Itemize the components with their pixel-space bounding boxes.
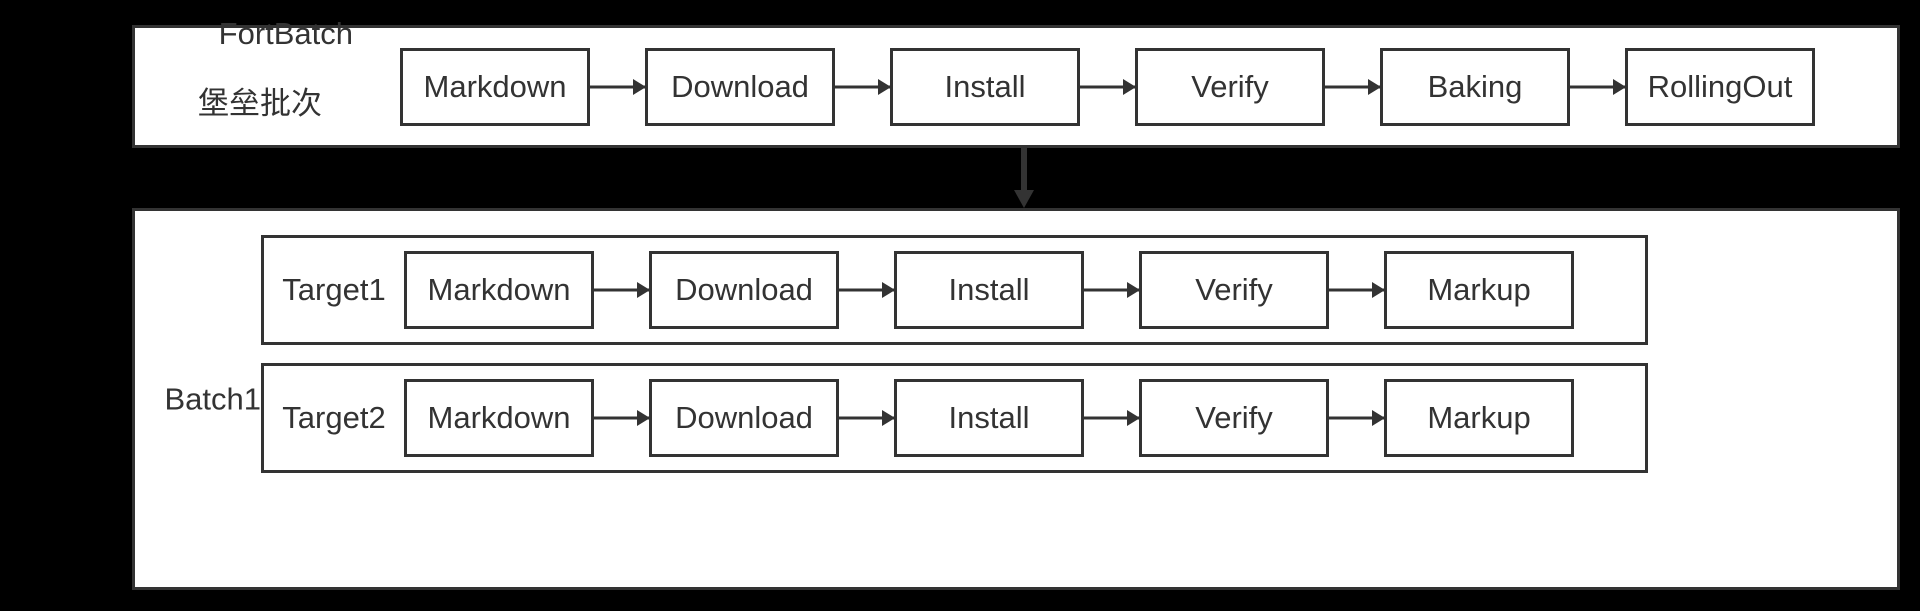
target-row: Target2 Markdown Download Install Verify… bbox=[261, 363, 1648, 473]
stage-node-download[interactable]: Download bbox=[649, 379, 839, 457]
stage-node-install[interactable]: Install bbox=[890, 47, 1080, 126]
arrow-icon-install-to-verify bbox=[1084, 417, 1139, 419]
target-pipeline-2: Markdown Download Install Verify Markup bbox=[404, 379, 1574, 457]
stage-node-baking[interactable]: Baking bbox=[1380, 47, 1570, 126]
stage-node-markdown[interactable]: Markdown bbox=[404, 379, 594, 457]
arrow-icon-verify-to-baking bbox=[1325, 86, 1380, 88]
diagram-canvas: FortBatch 堡垒批次 Markdown Download Install… bbox=[0, 0, 1920, 611]
arrow-icon-download-to-install bbox=[839, 417, 894, 419]
arrow-icon-verify-to-markup bbox=[1329, 417, 1384, 419]
arrow-icon-baking-to-rollingout bbox=[1570, 86, 1625, 88]
fortbatch-group-label: FortBatch 堡垒批次 bbox=[145, 0, 375, 192]
arrow-icon-markdown-to-download bbox=[594, 417, 649, 419]
fortbatch-label-en: FortBatch bbox=[218, 15, 354, 51]
stage-node-download[interactable]: Download bbox=[649, 251, 839, 329]
arrow-icon-verify-to-markup bbox=[1329, 289, 1384, 291]
stage-node-install[interactable]: Install bbox=[894, 251, 1084, 329]
arrow-icon-download-to-install bbox=[839, 289, 894, 291]
stage-node-markup[interactable]: Markup bbox=[1384, 379, 1574, 457]
target-row: Target1 Markdown Download Install Verify… bbox=[261, 235, 1648, 345]
fortbatch-pipeline: Markdown Download Install Verify Baking … bbox=[400, 47, 1815, 126]
arrow-head bbox=[1014, 190, 1034, 208]
stage-node-verify[interactable]: Verify bbox=[1139, 379, 1329, 457]
fortbatch-group: FortBatch 堡垒批次 Markdown Download Install… bbox=[132, 16, 1900, 148]
downward-arrow-icon bbox=[1014, 148, 1034, 208]
batch-group-label: Batch1 bbox=[164, 381, 261, 417]
arrow-icon-markdown-to-download bbox=[594, 289, 649, 291]
target-pipeline-1: Markdown Download Install Verify Markup bbox=[404, 251, 1574, 329]
stage-node-markdown[interactable]: Markdown bbox=[404, 251, 594, 329]
stage-node-install[interactable]: Install bbox=[894, 379, 1084, 457]
fortbatch-label-cn: 堡垒批次 bbox=[198, 86, 322, 122]
stage-node-markdown[interactable]: Markdown bbox=[400, 47, 590, 126]
stage-node-markup[interactable]: Markup bbox=[1384, 251, 1574, 329]
target-label-2: Target2 bbox=[282, 400, 386, 435]
arrow-icon-markdown-to-download bbox=[590, 86, 645, 88]
arrow-stem bbox=[1021, 148, 1027, 194]
stage-node-verify[interactable]: Verify bbox=[1139, 251, 1329, 329]
target-label-1: Target1 bbox=[282, 272, 386, 307]
stage-node-rollingout[interactable]: RollingOut bbox=[1625, 47, 1815, 126]
arrow-icon-install-to-verify bbox=[1084, 289, 1139, 291]
stage-node-verify[interactable]: Verify bbox=[1135, 47, 1325, 126]
stage-node-download[interactable]: Download bbox=[645, 47, 835, 126]
arrow-icon-download-to-install bbox=[835, 86, 890, 88]
arrow-icon-install-to-verify bbox=[1080, 86, 1135, 88]
batch-group: Batch1 Target1 Markdown Download Install… bbox=[132, 208, 1900, 590]
